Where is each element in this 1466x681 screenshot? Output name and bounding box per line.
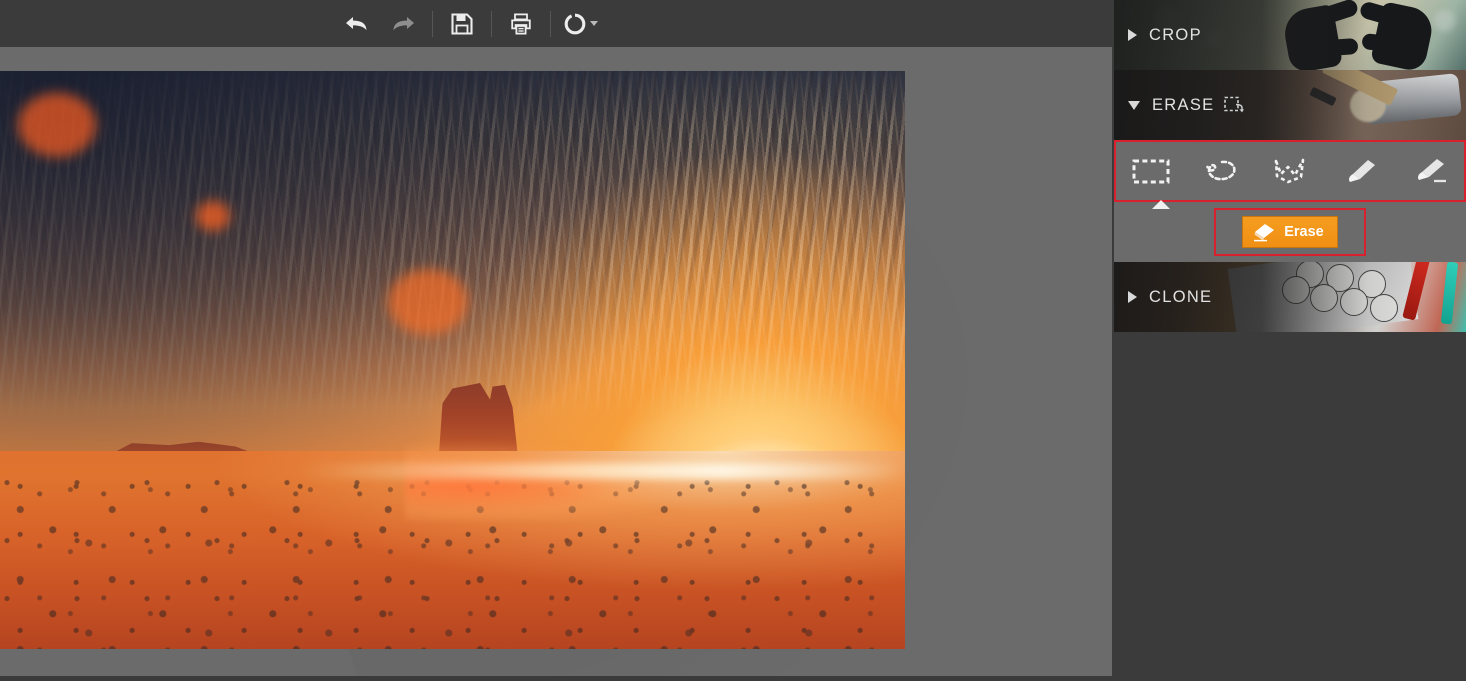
lasso-select-tool[interactable] [1186,142,1256,200]
selected-tool-caret [1152,200,1170,209]
erase-section-body: Erase [1114,140,1466,262]
lens-flare-2 [196,201,230,231]
chevron-right-icon [1128,29,1137,41]
panel-empty-area [1114,332,1466,681]
printer-icon [511,13,531,34]
erase-tool-strip [1114,140,1466,209]
rotate-button[interactable] [557,4,604,44]
lens-flare-1 [18,93,96,157]
erase-button-highlight: Erase [1214,208,1366,256]
erase-button-label: Erase [1284,224,1324,240]
brush-line-tool[interactable] [1394,142,1464,200]
dashed-rectangle-icon [1132,159,1170,184]
panel-section-erase-label: ERASE [1152,95,1215,114]
redo-button[interactable] [380,4,426,44]
marquee-erase-icon [1224,96,1245,114]
toolbar-divider-1 [432,10,433,37]
panel-section-erase[interactable]: ERASE [1114,70,1466,140]
photo-image[interactable]: 28 AUG 2017 [0,71,905,649]
lens-flare-3 [388,269,468,335]
erase-action-row: Erase [1114,202,1466,262]
print-button[interactable] [498,4,544,44]
horizon-light-streak [300,463,905,479]
canvas-bottom-edge [0,676,1114,681]
chevron-down-icon [590,21,598,26]
rotate-circle-icon [564,13,586,34]
chevron-down-icon [1128,100,1140,110]
undo-button[interactable] [334,4,380,44]
dashed-lasso-icon [1206,160,1237,181]
brush-tool[interactable] [1325,142,1395,200]
eraser-icon [1254,224,1275,242]
panel-section-clone[interactable]: CLONE [1114,262,1466,332]
toolbar-divider-3 [550,10,551,37]
tools-panel: CROP ERASE Erase CLONE [1114,0,1466,681]
rectangle-select-tool[interactable] [1116,142,1186,200]
polygon-select-tool[interactable] [1255,142,1325,200]
brush-line-icon [1418,159,1447,183]
redo-arrow-icon [393,16,414,30]
panel-section-crop-label: CROP [1149,25,1202,44]
top-toolbar [0,0,1114,48]
panel-section-clone-label: CLONE [1149,287,1213,306]
butte-rim-light [405,441,705,521]
panel-section-crop[interactable]: CROP [1114,0,1466,70]
toolbar-divider-2 [491,10,492,37]
chevron-right-icon [1128,291,1137,303]
dashed-polygon-icon [1274,158,1305,184]
erase-button[interactable]: Erase [1242,216,1338,248]
brush-icon [1348,160,1375,182]
photo-editor-window: 28 AUG 2017 CROP [0,0,1466,681]
save-button[interactable] [439,4,485,44]
floppy-disk-icon [451,12,473,35]
image-canvas[interactable]: 28 AUG 2017 [0,47,1114,681]
undo-arrow-icon [346,16,367,30]
